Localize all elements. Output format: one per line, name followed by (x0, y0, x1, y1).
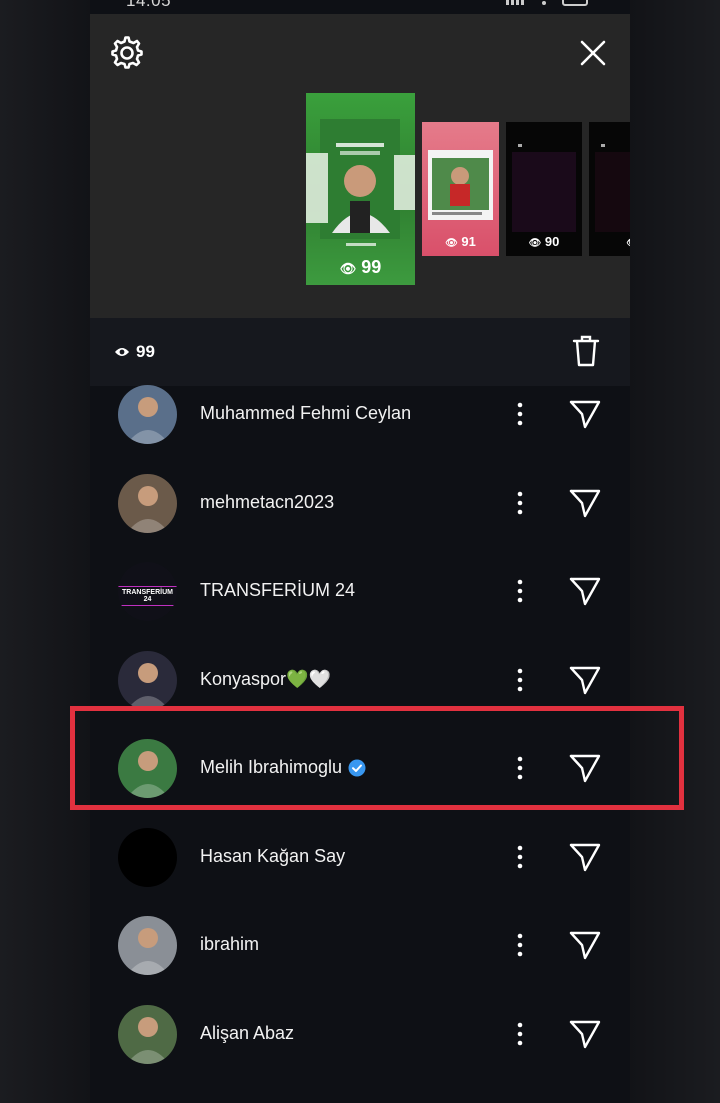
viewer-username-text: ibrahim (200, 934, 260, 954)
status-icons (506, 0, 590, 6)
avatar[interactable] (118, 473, 177, 533)
send-message-icon[interactable] (568, 487, 602, 519)
more-options-icon[interactable] (514, 489, 526, 517)
viewer-row[interactable]: Hasan Kağan Say (90, 813, 630, 902)
status-time: 14:05 (126, 0, 172, 10)
viewer-username-text: Konyaspor💚🤍 (200, 668, 331, 689)
viewer-username[interactable]: Muhammed Fehmi Ceylan (200, 403, 411, 424)
more-options-icon[interactable] (514, 666, 526, 694)
send-message-icon[interactable] (568, 398, 602, 430)
wifi-icon (542, 1, 546, 5)
background-left (0, 0, 90, 1103)
highlight-annotation (70, 706, 684, 810)
viewer-username[interactable]: ibrahim (200, 934, 259, 955)
viewer-username[interactable]: Alişan Abaz (200, 1023, 294, 1044)
avatar[interactable] (118, 650, 177, 710)
viewer-row[interactable]: Muhammed Fehmi Ceylan (90, 370, 630, 459)
story-thumbnail-views: 👁 90 (528, 234, 560, 249)
settings-gear-icon[interactable] (110, 36, 144, 70)
avatar[interactable] (118, 916, 177, 975)
eye-icon: 👁 (339, 261, 357, 276)
story-preview-area: 👁 99 👁 91 👁 90 (90, 14, 630, 328)
story-thumbnail[interactable]: 👁 90 (506, 122, 582, 256)
more-options-icon[interactable] (514, 843, 526, 871)
send-message-icon[interactable] (568, 575, 602, 607)
viewer-row[interactable]: TRANSFERİUM 24 TRANSFERİUM 24 (90, 547, 630, 636)
send-message-icon[interactable] (568, 664, 602, 696)
viewer-username[interactable]: Hasan Kağan Say (200, 846, 345, 867)
close-icon[interactable] (578, 38, 608, 68)
story-thumbnail-selected[interactable]: 👁 99 (306, 93, 415, 285)
send-message-icon[interactable] (568, 841, 602, 873)
trash-icon[interactable] (572, 334, 600, 368)
viewer-username-text: Alişan Abaz (200, 1022, 295, 1043)
eye-icon: 👁 (528, 238, 542, 249)
views-count: 99 (114, 342, 155, 362)
eye-icon: 👁 (445, 238, 458, 249)
viewer-row[interactable]: Alişan Abaz (90, 990, 630, 1079)
eye-icon (115, 348, 129, 356)
viewer-username-text: Muhammed Fehmi Ceylan (200, 403, 412, 423)
send-message-icon[interactable] (568, 929, 602, 961)
viewer-username-text: TRANSFERİUM 24 (200, 580, 356, 600)
more-options-icon[interactable] (514, 1020, 526, 1048)
avatar[interactable] (118, 1004, 177, 1064)
viewer-username[interactable]: Konyaspor💚🤍 (200, 669, 331, 690)
send-message-icon[interactable] (568, 1018, 602, 1050)
avatar[interactable] (118, 827, 177, 887)
signal-icon (506, 0, 524, 5)
story-thumbnail[interactable]: 👁 (589, 122, 630, 256)
eye-icon: 👁 (626, 238, 630, 249)
viewer-row[interactable]: mehmetacn2023 (90, 459, 630, 548)
viewer-username[interactable]: TRANSFERİUM 24 (200, 580, 355, 601)
viewer-username-text: Hasan Kağan Say (200, 845, 346, 866)
status-bar: 14:05 (90, 0, 630, 14)
background-right (630, 0, 720, 1103)
phone-screen: 14:05 👁 99 👁 91 👁 90 99 Muhammed Fehmi C… (90, 0, 630, 1103)
more-options-icon[interactable] (514, 577, 526, 605)
battery-icon (562, 0, 588, 6)
viewer-username-text: mehmetacn2023 (200, 491, 335, 512)
story-thumbnail-views: 👁 (589, 234, 630, 249)
avatar[interactable]: TRANSFERİUM 24 (118, 562, 177, 621)
story-thumbnail[interactable]: 👁 91 (422, 122, 499, 256)
avatar[interactable] (118, 385, 177, 444)
more-options-icon[interactable] (514, 400, 526, 428)
story-thumbnail-views: 👁 99 (339, 257, 382, 277)
viewer-row[interactable]: ibrahim (90, 901, 630, 990)
viewer-username[interactable]: mehmetacn2023 (200, 492, 334, 513)
story-thumbnail-views: 👁 91 (445, 234, 476, 249)
more-options-icon[interactable] (514, 931, 526, 959)
